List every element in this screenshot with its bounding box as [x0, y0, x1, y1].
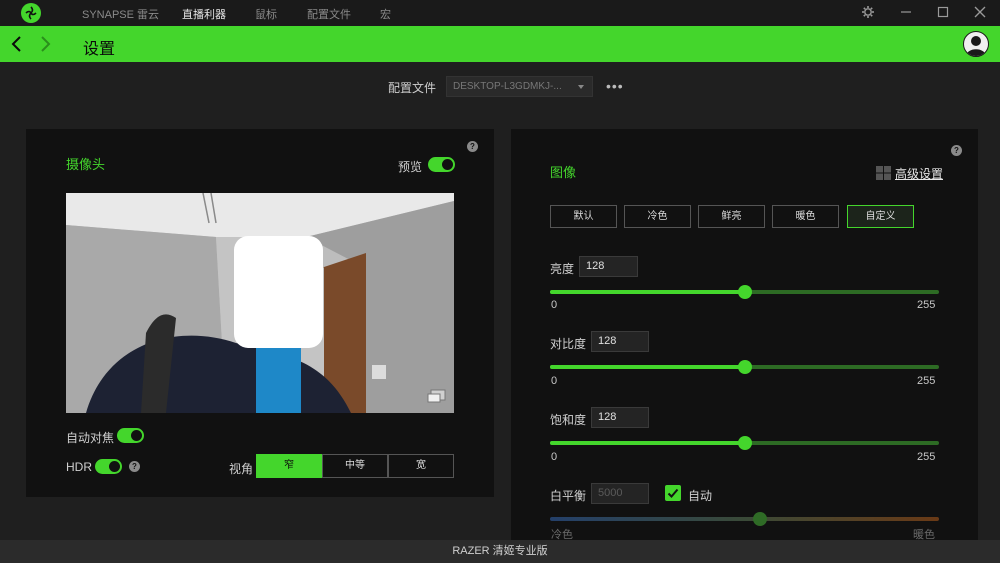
camera-section-title: 摄像头 [66, 157, 106, 172]
autofocus-label: 自动对焦 [66, 431, 115, 445]
contrast-label: 对比度 [550, 337, 587, 351]
nav-tab-macro[interactable]: 宏 [380, 6, 391, 22]
saturation-slider[interactable] [550, 436, 939, 450]
contrast-max: 255 [917, 375, 936, 387]
hdr-label: HDR [66, 460, 92, 474]
preview-toggle[interactable] [428, 157, 455, 172]
brightness-slider[interactable] [550, 285, 939, 299]
profile-label: 配置文件 [388, 81, 437, 95]
brightness-input[interactable]: 128 [579, 256, 638, 277]
white-balance-auto-label: 自动 [688, 489, 713, 503]
profile-selected-value: DESKTOP-L3GDMKJ-... [453, 81, 562, 92]
camera-help-icon[interactable]: ? [467, 141, 478, 152]
page-header: 设置 [0, 26, 1000, 62]
image-section-title: 图像 [550, 165, 577, 180]
title-bar: SYNAPSE 雷云 直播利器 鼠标 配置文件 宏 [0, 0, 1000, 26]
view-angle-label: 视角 [229, 462, 254, 476]
chevron-down-icon [578, 85, 584, 89]
saturation-label: 饱和度 [550, 413, 587, 427]
advanced-settings-link[interactable]: 高级设置 [895, 165, 943, 182]
brightness-max: 255 [917, 299, 936, 311]
maximize-icon[interactable] [936, 5, 952, 21]
settings-gear-icon[interactable] [861, 5, 877, 21]
status-bar: RAZER 清姬专业版 [0, 540, 1000, 563]
close-icon[interactable] [973, 5, 989, 21]
camera-preview-image [66, 193, 454, 413]
saturation-input[interactable]: 128 [591, 407, 649, 428]
nav-tab-streaming[interactable]: 直播利器 [182, 6, 226, 22]
brightness-label: 亮度 [550, 262, 575, 276]
preset-custom-button[interactable]: 自定义 [847, 205, 914, 228]
white-balance-input: 5000 [591, 483, 649, 504]
windows-icon [876, 166, 891, 183]
preview-label: 预览 [398, 160, 423, 174]
preset-vivid-button[interactable]: 鲜亮 [698, 205, 765, 228]
autofocus-toggle[interactable] [117, 428, 144, 443]
preset-cool-button[interactable]: 冷色 [624, 205, 691, 228]
contrast-input[interactable]: 128 [591, 331, 649, 352]
hdr-help-icon[interactable]: ? [129, 461, 140, 472]
user-avatar-icon[interactable] [963, 31, 989, 57]
white-balance-label: 白平衡 [550, 489, 587, 503]
camera-preview [66, 193, 454, 413]
saturation-min: 0 [551, 451, 558, 463]
page-title: 设置 [83, 41, 116, 58]
contrast-slider[interactable] [550, 360, 939, 374]
saturation-max: 255 [917, 451, 936, 463]
contrast-min: 0 [551, 375, 558, 387]
minimize-icon[interactable] [899, 5, 915, 21]
more-options-button[interactable]: ••• [606, 78, 624, 94]
preset-default-button[interactable]: 默认 [550, 205, 617, 228]
view-angle-medium-button[interactable]: 中等 [322, 454, 388, 478]
checkmark-icon [667, 488, 679, 498]
back-arrow-icon[interactable] [10, 35, 26, 53]
forward-arrow-icon[interactable] [38, 35, 54, 53]
profile-dropdown[interactable]: DESKTOP-L3GDMKJ-... [446, 76, 593, 97]
nav-tab-synapse[interactable]: SYNAPSE 雷云 [82, 6, 159, 22]
white-balance-slider-thumb [753, 512, 768, 526]
hdr-toggle[interactable] [95, 459, 122, 474]
view-angle-narrow-button[interactable]: 窄 [256, 454, 322, 478]
white-balance-slider [550, 512, 939, 526]
contrast-slider-fill [550, 365, 746, 369]
view-angle-wide-button[interactable]: 宽 [388, 454, 454, 478]
image-help-icon[interactable]: ? [951, 145, 962, 156]
nav-tab-mouse[interactable]: 鼠标 [255, 6, 277, 22]
white-balance-auto-checkbox[interactable] [665, 485, 681, 501]
brightness-min: 0 [551, 299, 558, 311]
nav-tab-profiles[interactable]: 配置文件 [307, 6, 351, 22]
razer-logo-icon [21, 3, 41, 23]
brightness-slider-fill [550, 290, 746, 294]
preset-warm-button[interactable]: 暖色 [772, 205, 839, 228]
saturation-slider-fill [550, 441, 746, 445]
